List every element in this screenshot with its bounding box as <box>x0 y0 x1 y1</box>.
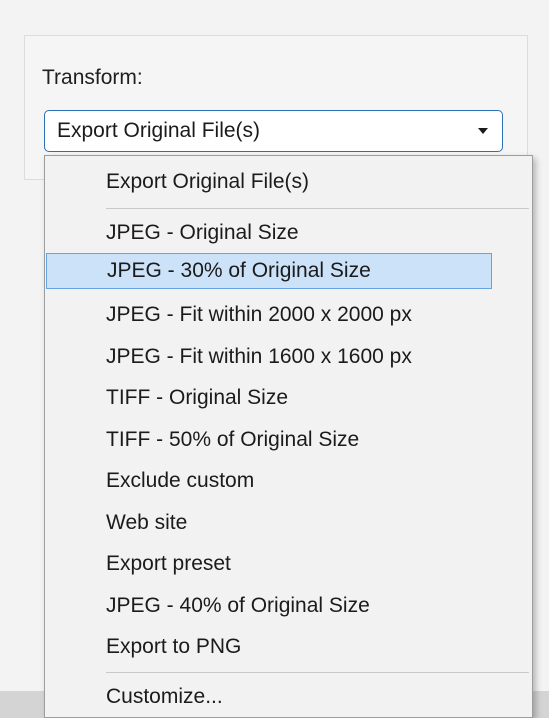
menu-separator <box>106 672 529 673</box>
menu-item-tiff-50-percent[interactable]: TIFF - 50% of Original Size <box>45 422 532 458</box>
menu-item-jpeg-40-percent[interactable]: JPEG - 40% of Original Size <box>45 588 532 624</box>
menu-separator <box>106 208 529 209</box>
menu-item-customize[interactable]: Customize... <box>45 679 532 715</box>
menu-item-exclude-custom[interactable]: Exclude custom <box>45 463 532 499</box>
menu-item-export-preset[interactable]: Export preset <box>45 546 532 582</box>
menu-item-tiff-original-size[interactable]: TIFF - Original Size <box>45 380 532 416</box>
menu-item-jpeg-original-size[interactable]: JPEG - Original Size <box>45 215 532 251</box>
menu-item-export-original[interactable]: Export Original File(s) <box>45 164 532 200</box>
transform-label: Transform: <box>42 66 143 89</box>
menu-item-jpeg-fit-1600[interactable]: JPEG - Fit within 1600 x 1600 px <box>45 339 532 375</box>
transform-dropdown[interactable]: Export Original File(s) <box>44 110 503 152</box>
menu-item-jpeg-fit-2000[interactable]: JPEG - Fit within 2000 x 2000 px <box>45 297 532 333</box>
transform-selected-value: Export Original File(s) <box>57 119 261 142</box>
chevron-down-icon <box>478 128 488 134</box>
menu-item-web-site[interactable]: Web site <box>45 505 532 541</box>
menu-item-jpeg-30-percent[interactable]: JPEG - 30% of Original Size <box>46 253 492 289</box>
transform-options-menu: Export Original File(s) JPEG - Original … <box>44 155 533 718</box>
menu-item-export-to-png[interactable]: Export to PNG <box>45 629 532 665</box>
